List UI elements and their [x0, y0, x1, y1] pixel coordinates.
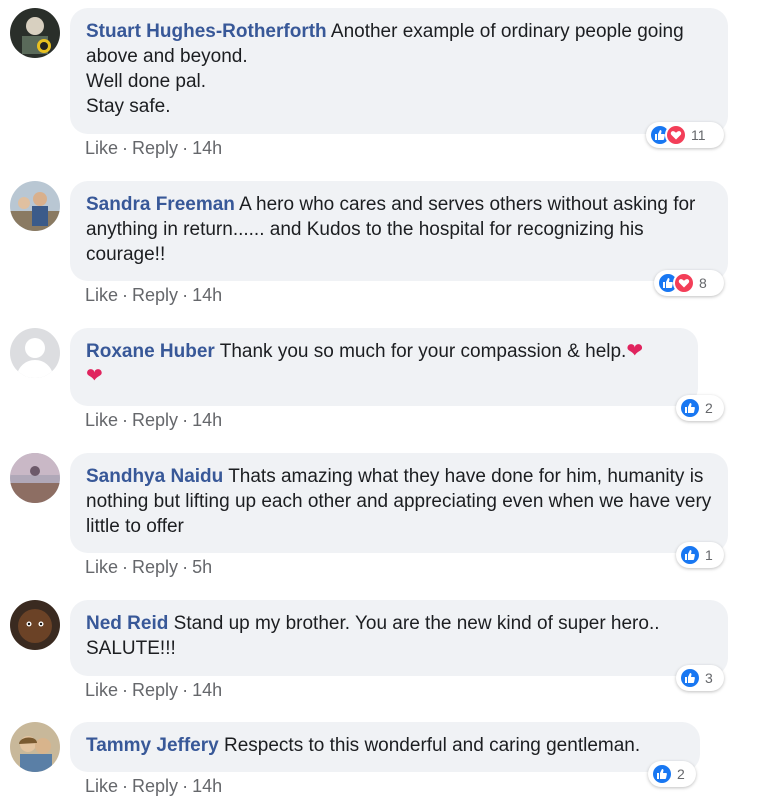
comment-author[interactable]: Sandra Freeman	[86, 194, 235, 215]
reply-button[interactable]: Reply	[132, 776, 178, 796]
comment-actions: Like · Reply · 14h	[85, 138, 222, 159]
reaction-count: 2	[677, 766, 685, 782]
heart-emoji-icon: ❤	[626, 340, 644, 362]
comment-author[interactable]: Ned Reid	[86, 613, 168, 634]
comment-author[interactable]: Roxane Huber	[86, 341, 215, 362]
separator: ·	[122, 285, 129, 305]
reply-button[interactable]: Reply	[132, 680, 178, 700]
timestamp[interactable]: 14h	[192, 680, 222, 700]
comment-bubble: Sandra Freeman A hero who cares and serv…	[70, 181, 728, 281]
comment-author[interactable]: Stuart Hughes-Rotherforth	[86, 21, 327, 42]
comment-text: Respects to this wonderful and caring ge…	[224, 735, 641, 756]
reaction-count: 11	[691, 127, 706, 143]
heart-emoji-icon: ❤	[86, 365, 103, 387]
timestamp[interactable]: 5h	[192, 557, 212, 577]
comment-bubble: Sandhya Naidu Thats amazing what they ha…	[70, 453, 728, 553]
like-reaction-icon	[679, 667, 701, 689]
comment-author[interactable]: Tammy Jeffery	[86, 735, 219, 756]
comment-actions: Like · Reply · 14h	[85, 680, 222, 701]
separator: ·	[182, 285, 189, 305]
separator: ·	[122, 776, 129, 796]
separator: ·	[182, 410, 189, 430]
avatar[interactable]	[10, 453, 60, 503]
reply-button[interactable]: Reply	[132, 285, 178, 305]
comment-actions: Like · Reply · 14h	[85, 776, 222, 797]
reactions-badge[interactable]: 1	[676, 542, 724, 568]
comment-actions: Like · Reply · 14h	[85, 285, 222, 306]
separator: ·	[182, 138, 189, 158]
reaction-count: 3	[705, 670, 713, 686]
separator: ·	[182, 557, 189, 577]
avatar[interactable]	[10, 328, 60, 378]
comment-bubble: Roxane Huber Thank you so much for your …	[70, 328, 698, 406]
separator: ·	[182, 776, 189, 796]
reply-button[interactable]: Reply	[132, 138, 178, 158]
like-button[interactable]: Like	[85, 680, 118, 700]
comment-bubble: Tammy Jeffery Respects to this wonderful…	[70, 722, 700, 772]
reactions-badge[interactable]: 11	[646, 122, 724, 148]
like-reaction-icon	[679, 397, 701, 419]
like-reaction-icon	[679, 544, 701, 566]
separator: ·	[122, 557, 129, 577]
comment-author[interactable]: Sandhya Naidu	[86, 466, 223, 487]
like-button[interactable]: Like	[85, 138, 118, 158]
separator: ·	[122, 680, 129, 700]
avatar[interactable]	[10, 8, 60, 58]
reactions-badge[interactable]: 2	[676, 395, 724, 421]
avatar[interactable]	[10, 181, 60, 231]
reactions-badge[interactable]: 8	[654, 270, 724, 296]
like-button[interactable]: Like	[85, 557, 118, 577]
reaction-count: 8	[699, 275, 707, 291]
comment-text: Thank you so much for your compassion & …	[219, 341, 627, 362]
comment-actions: Like · Reply · 5h	[85, 557, 212, 578]
love-reaction-icon	[665, 124, 687, 146]
like-button[interactable]: Like	[85, 410, 118, 430]
like-reaction-icon	[651, 763, 673, 785]
avatar[interactable]	[10, 722, 60, 772]
comment-text-line: Well done pal.	[86, 71, 207, 92]
comment-text: Stand up my brother. You are the new kin…	[86, 613, 660, 659]
reaction-count: 1	[705, 547, 713, 563]
comment-text-line: Stay safe.	[86, 96, 171, 117]
separator: ·	[182, 680, 189, 700]
like-button[interactable]: Like	[85, 285, 118, 305]
separator: ·	[122, 410, 129, 430]
comment-actions: Like · Reply · 14h	[85, 410, 222, 431]
reactions-badge[interactable]: 2	[648, 761, 696, 787]
like-button[interactable]: Like	[85, 776, 118, 796]
timestamp[interactable]: 14h	[192, 410, 222, 430]
timestamp[interactable]: 14h	[192, 776, 222, 796]
love-reaction-icon	[673, 272, 695, 294]
reply-button[interactable]: Reply	[132, 410, 178, 430]
avatar[interactable]	[10, 600, 60, 650]
comment-bubble: Stuart Hughes-Rotherforth Another exampl…	[70, 8, 728, 134]
timestamp[interactable]: 14h	[192, 285, 222, 305]
timestamp[interactable]: 14h	[192, 138, 222, 158]
comment-bubble: Ned Reid Stand up my brother. You are th…	[70, 600, 728, 676]
reaction-count: 2	[705, 400, 713, 416]
reply-button[interactable]: Reply	[132, 557, 178, 577]
reactions-badge[interactable]: 3	[676, 665, 724, 691]
separator: ·	[122, 138, 129, 158]
